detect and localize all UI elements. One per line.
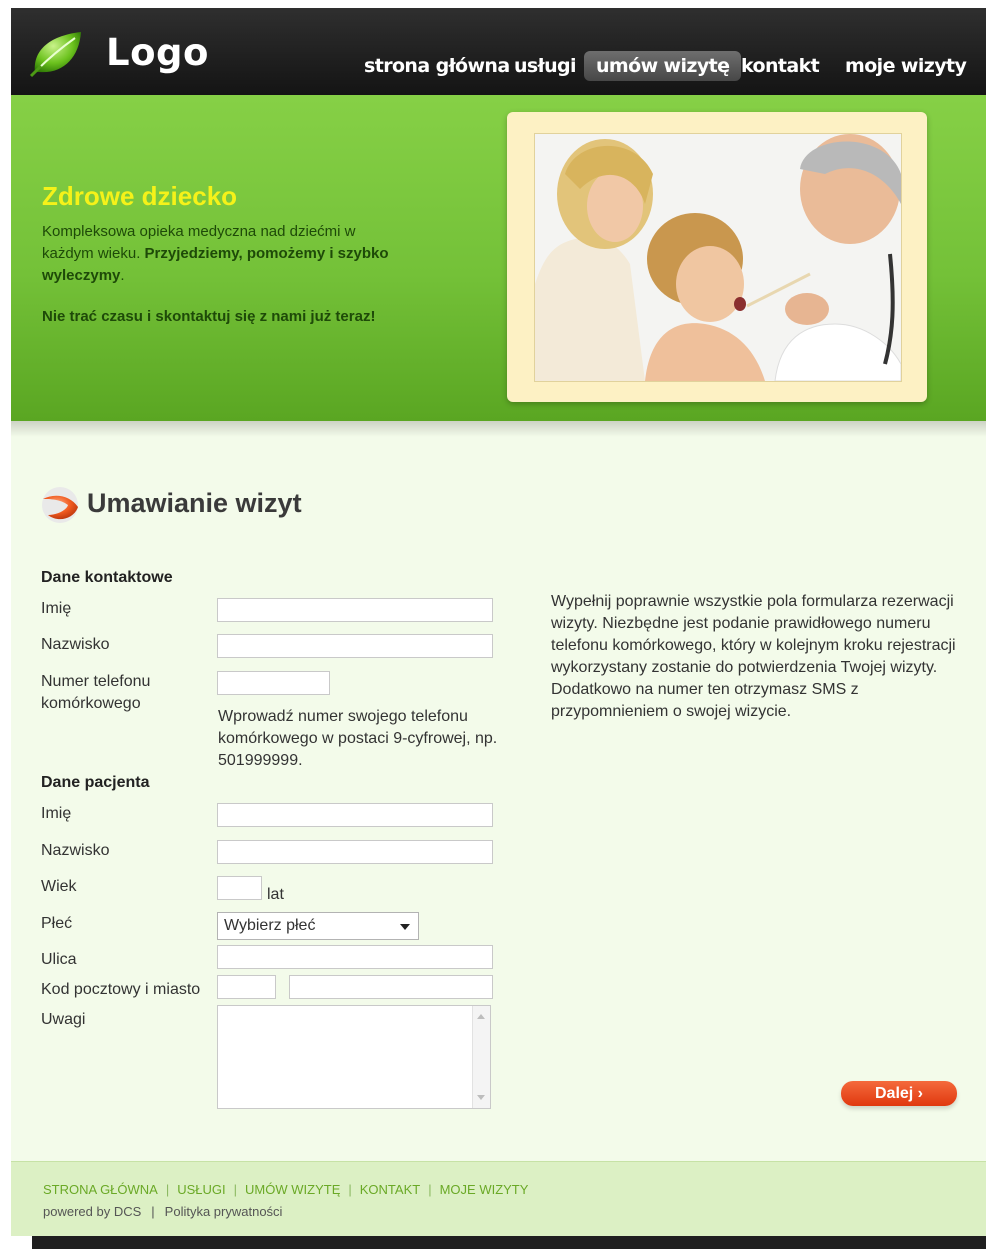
page-frame: Logo strona główna usługi umów wizytę ko… bbox=[11, 8, 986, 1236]
hero-banner: Zdrowe dziecko Kompleksowa opieka medycz… bbox=[11, 95, 986, 421]
hero-call-to-action: Nie trać czasu i skontaktuj się z nami j… bbox=[42, 308, 376, 325]
scroll-up-icon[interactable] bbox=[477, 1014, 485, 1019]
street-input[interactable] bbox=[217, 945, 493, 969]
orange-swoosh-icon bbox=[42, 487, 78, 523]
doctor-examining-child-image bbox=[535, 134, 901, 381]
nav-item-my-visits[interactable]: moje wizyty bbox=[845, 51, 967, 81]
footer-separator: | bbox=[428, 1182, 432, 1197]
hero-title: Zdrowe dziecko bbox=[42, 181, 238, 211]
gender-select[interactable]: Wybierz płeć bbox=[217, 912, 419, 940]
footer-link-book-visit[interactable]: UMÓW WIZYTĘ bbox=[245, 1182, 340, 1197]
phone-input[interactable] bbox=[217, 671, 330, 695]
contact-first-name-input[interactable] bbox=[217, 598, 493, 622]
footer-separator: | bbox=[151, 1204, 155, 1219]
nav-item-home[interactable]: strona główna bbox=[364, 51, 510, 81]
hero-shadow bbox=[11, 421, 986, 437]
patient-last-name-label: Nazwisko bbox=[41, 842, 110, 859]
hero-photo bbox=[534, 133, 902, 382]
footer: STRONA GŁÓWNA | USŁUGI | UMÓW WIZYTĘ | KONTAKT… bbox=[11, 1161, 986, 1236]
patient-first-name-label: Imię bbox=[41, 805, 72, 822]
footer-meta: powered by DCS | Polityka prywatności bbox=[43, 1204, 282, 1219]
bottom-bar bbox=[32, 1236, 986, 1249]
postal-code-input[interactable] bbox=[217, 975, 276, 999]
nav-item-book-visit[interactable]: umów wizytę bbox=[584, 51, 742, 81]
gender-label: Płeć bbox=[41, 915, 73, 932]
footer-link-home[interactable]: STRONA GŁÓWNA bbox=[43, 1182, 158, 1197]
footer-link-contact[interactable]: KONTAKT bbox=[360, 1182, 420, 1197]
hero-text-end: . bbox=[120, 267, 125, 284]
footer-link-my-visits[interactable]: MOJE WIZYTY bbox=[440, 1182, 529, 1197]
contact-last-name-label: Nazwisko bbox=[41, 636, 110, 653]
next-button[interactable]: Dalej › bbox=[841, 1081, 957, 1106]
footer-separator: | bbox=[348, 1182, 352, 1197]
footer-link-services[interactable]: USŁUGI bbox=[177, 1182, 225, 1197]
city-input[interactable] bbox=[289, 975, 493, 999]
patient-first-name-input[interactable] bbox=[217, 803, 493, 827]
street-label: Ulica bbox=[41, 951, 77, 968]
notes-textarea[interactable] bbox=[217, 1005, 491, 1109]
chevron-down-icon bbox=[400, 924, 410, 930]
hero-photo-frame bbox=[507, 112, 927, 402]
footer-separator: | bbox=[165, 1182, 170, 1197]
main-nav: strona główna usługi umów wizytę kontakt… bbox=[11, 51, 986, 81]
section-title: Umawianie wizyt bbox=[87, 488, 302, 518]
age-input[interactable] bbox=[217, 876, 262, 900]
nav-item-contact[interactable]: kontakt bbox=[741, 51, 820, 81]
postal-city-label: Kod pocztowy i miasto bbox=[41, 981, 201, 998]
privacy-policy-link[interactable]: Polityka prywatności bbox=[165, 1204, 283, 1219]
powered-by: powered by DCS bbox=[43, 1204, 142, 1219]
patient-data-heading: Dane pacjenta bbox=[41, 774, 150, 791]
gender-select-value: Wybierz płeć bbox=[224, 917, 316, 934]
age-unit: lat bbox=[267, 886, 284, 903]
contact-first-name-label: Imię bbox=[41, 600, 72, 617]
hero-description: Kompleksowa opieka medyczna nad dziećmi … bbox=[42, 221, 402, 287]
nav-item-services[interactable]: usługi bbox=[514, 51, 577, 81]
phone-label: Numer telefonu komórkowego bbox=[41, 673, 151, 712]
footer-separator: | bbox=[233, 1182, 238, 1197]
contact-data-heading: Dane kontaktowe bbox=[41, 569, 173, 586]
footer-nav: STRONA GŁÓWNA | USŁUGI | UMÓW WIZYTĘ | KONTAKT… bbox=[43, 1182, 528, 1197]
form-instructions: Wypełnij poprawnie wszystkie pola formul… bbox=[551, 593, 956, 720]
header: Logo strona główna usługi umów wizytę ko… bbox=[11, 8, 986, 95]
age-label: Wiek bbox=[41, 878, 77, 895]
phone-hint: Wprowadź numer swojego telefonu komórkow… bbox=[218, 708, 498, 769]
notes-scrollbar[interactable] bbox=[472, 1006, 490, 1108]
scroll-down-icon[interactable] bbox=[477, 1095, 485, 1100]
notes-label: Uwagi bbox=[41, 1011, 86, 1028]
patient-last-name-input[interactable] bbox=[217, 840, 493, 864]
contact-last-name-input[interactable] bbox=[217, 634, 493, 658]
